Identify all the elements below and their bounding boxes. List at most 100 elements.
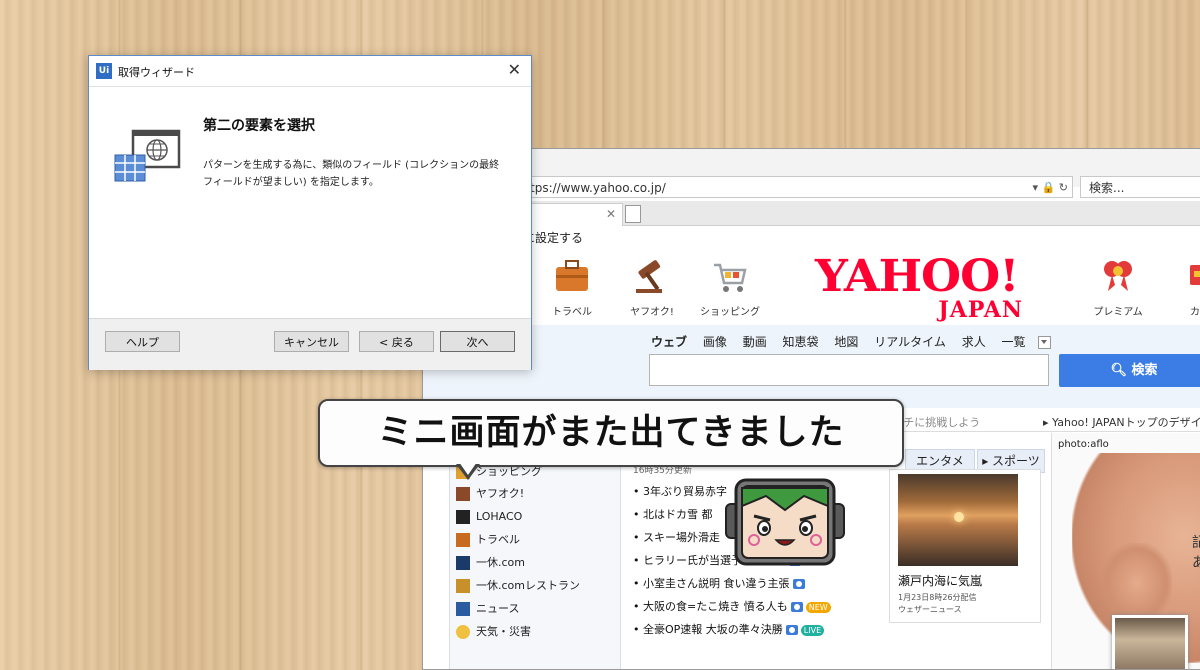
lohaco-icon bbox=[456, 510, 470, 524]
nav-item-weather[interactable]: 天気・災害 bbox=[456, 622, 531, 642]
nav-item-label: ニュース bbox=[476, 602, 520, 615]
nav-item-label: トラベル bbox=[476, 533, 520, 546]
service-auction[interactable]: ヤフオク! bbox=[617, 257, 687, 318]
services-row: トラベル ヤフオク! ショッピング プレミアム カ bbox=[423, 257, 1200, 327]
sun-icon bbox=[954, 512, 964, 522]
hand-photo bbox=[1102, 543, 1172, 623]
weather-meta: 1月23日8時26分配信 ウェザーニュース bbox=[898, 592, 977, 616]
refresh-icon[interactable]: ↻ bbox=[1059, 181, 1068, 194]
main-search-input[interactable] bbox=[649, 354, 1049, 386]
url-field[interactable]: tps://www.yahoo.co.jp/ ▾ 🔒 ↻ bbox=[493, 176, 1073, 198]
browser-search-placeholder: 検索... bbox=[1089, 181, 1125, 195]
logo-main-text: YAHOO! bbox=[815, 250, 1019, 302]
service-label: トラベル bbox=[552, 307, 592, 318]
gavel-icon bbox=[456, 487, 470, 501]
cancel-button[interactable]: キャンセル bbox=[274, 331, 349, 352]
nav-item-label: 一休.comレストラン bbox=[476, 579, 580, 592]
card-icon bbox=[1190, 265, 1200, 285]
photo-panel[interactable]: photo:aflo 記あ bbox=[1051, 433, 1200, 669]
nav-item-ikyu-restaurant[interactable]: 一休.comレストラン bbox=[456, 576, 580, 596]
favorites-text[interactable]: に設定する bbox=[523, 229, 583, 246]
search-tab-video[interactable]: 動画 bbox=[743, 335, 767, 349]
address-bar-row: tps://www.yahoo.co.jp/ ▾ 🔒 ↻ 検索... bbox=[423, 149, 1200, 198]
back-button[interactable]: < 戻る bbox=[359, 331, 434, 352]
ticker-right[interactable]: ▸ Yahoo! JAPANトップのデザイン bbox=[1043, 414, 1200, 430]
nav-item-auction[interactable]: ヤフオク! bbox=[456, 484, 524, 504]
auction-gavel-icon bbox=[636, 260, 662, 293]
url-controls: ▾ 🔒 ↻ bbox=[1033, 177, 1068, 199]
photo-credit: photo:aflo bbox=[1058, 439, 1109, 450]
suitcase-icon bbox=[456, 533, 470, 547]
ticker-right-label: Yahoo! JAPANトップのデザイン bbox=[1052, 416, 1200, 429]
nav-item-travel[interactable]: トラベル bbox=[456, 530, 520, 550]
service-label: プレミアム bbox=[1093, 307, 1143, 318]
left-nav: ショッピング ヤフオク! LOHACO トラベル 一休.com 一休.comレス… bbox=[449, 459, 621, 669]
news-text: 北はドカ雪 都 bbox=[643, 508, 713, 521]
weather-icon bbox=[456, 625, 470, 639]
search-tab-realtime[interactable]: リアルタイム bbox=[874, 335, 946, 349]
news-text: 3年ぶり貿易赤字 bbox=[643, 485, 727, 498]
news-item[interactable]: • 小室圭さん説明 食い違う主張 bbox=[633, 575, 805, 593]
service-card[interactable]: カー bbox=[1165, 257, 1200, 318]
next-button[interactable]: 次へ bbox=[440, 331, 515, 352]
nav-item-lohaco[interactable]: LOHACO bbox=[456, 507, 522, 527]
search-tab-map[interactable]: 地図 bbox=[834, 335, 858, 349]
browser-search-field[interactable]: 検索... bbox=[1080, 176, 1200, 198]
service-travel[interactable]: トラベル bbox=[537, 257, 607, 318]
table-web-icon bbox=[114, 129, 181, 182]
yahoo-logo[interactable]: YAHOO! JAPAN bbox=[815, 250, 1035, 321]
service-shopping[interactable]: ショッピング bbox=[695, 257, 765, 318]
ikyu-restaurant-icon bbox=[456, 579, 470, 593]
news-text: スキー場外滑走 bbox=[643, 531, 720, 544]
help-button[interactable]: ヘルプ bbox=[105, 331, 180, 352]
news-icon bbox=[456, 602, 470, 616]
news-item[interactable]: • スキー場外滑走 bbox=[633, 529, 720, 547]
service-label: ヤフオク! bbox=[630, 307, 674, 318]
tab-sports-label: スポーツ bbox=[992, 454, 1040, 468]
dialog-titlebar[interactable]: Ui 取得ウィザード ✕ bbox=[89, 56, 531, 86]
news-item[interactable]: • 北はドカ雪 都 bbox=[633, 506, 713, 524]
search-tab-images[interactable]: 画像 bbox=[703, 335, 727, 349]
nav-item-label: 天気・災害 bbox=[476, 625, 531, 638]
news-text: 全豪OP速報 大坂の準々決勝 bbox=[643, 623, 783, 636]
lock-icon: 🔒 bbox=[1041, 181, 1056, 194]
close-tab-icon[interactable]: ✕ bbox=[606, 207, 616, 221]
camera-icon bbox=[785, 625, 798, 635]
service-premium[interactable]: プレミアム bbox=[1083, 257, 1153, 318]
search-tab-list[interactable]: 一覧 bbox=[1002, 335, 1063, 349]
nav-item-label: LOHACO bbox=[476, 510, 523, 523]
ribbon-icon bbox=[1104, 261, 1132, 291]
search-tab-chiebukuro[interactable]: 知恵袋 bbox=[783, 335, 819, 349]
search-tabs: ウェブ 画像 動画 知恵袋 地図 リアルタイム 求人 一覧 bbox=[651, 333, 1075, 350]
service-label: ショッピング bbox=[700, 307, 760, 318]
service-label: カー bbox=[1190, 307, 1200, 318]
news-item[interactable]: • 3年ぶり貿易赤字 bbox=[633, 483, 727, 501]
weather-title: 瀬戸内海に気嵐 bbox=[898, 574, 983, 588]
search-icon: 🔍︎ bbox=[1110, 363, 1127, 378]
search-tab-web[interactable]: ウェブ bbox=[651, 335, 687, 349]
news-text: 小室圭さん説明 食い違う主張 bbox=[643, 577, 790, 590]
shopping-cart-icon bbox=[714, 263, 747, 292]
tab-entertainment-label: エンタメ bbox=[916, 454, 964, 468]
dropdown-icon[interactable]: ▾ bbox=[1033, 181, 1039, 194]
camera-icon bbox=[792, 579, 805, 589]
search-tab-jobs[interactable]: 求人 bbox=[962, 335, 986, 349]
new-tab-icon[interactable] bbox=[625, 205, 641, 223]
nav-item-ikyu[interactable]: 一休.com bbox=[456, 553, 525, 573]
search-button[interactable]: 🔍︎ 検索 bbox=[1059, 354, 1200, 387]
photo-text: 記あ bbox=[1192, 533, 1200, 573]
weather-card[interactable]: 瀬戸内海に気嵐 1月23日8時26分配信 ウェザーニュース bbox=[889, 469, 1041, 623]
live-badge: LIVE bbox=[800, 624, 825, 636]
speech-bubble: ミニ画面がまた出てきました bbox=[318, 399, 904, 467]
nav-item-news[interactable]: ニュース bbox=[456, 599, 519, 619]
news-item[interactable]: • 全豪OP速報 大坂の準々決勝 LIVE bbox=[633, 621, 825, 639]
dialog-footer: ヘルプ キャンセル < 戻る 次へ bbox=[89, 318, 531, 370]
weather-source: ウェザーニュース bbox=[898, 605, 962, 614]
dialog-heading: 第二の要素を選択 bbox=[203, 118, 315, 134]
news-item[interactable]: • 大阪の食=たこ焼き 憤る人も NEW bbox=[633, 598, 831, 616]
news-text: 大阪の食=たこ焼き 憤る人も bbox=[643, 600, 788, 613]
close-icon[interactable]: ✕ bbox=[508, 61, 521, 79]
weather-photo bbox=[898, 474, 1018, 566]
weather-date: 1月23日8時26分配信 bbox=[898, 593, 977, 602]
robot-mascot-icon bbox=[725, 478, 845, 566]
